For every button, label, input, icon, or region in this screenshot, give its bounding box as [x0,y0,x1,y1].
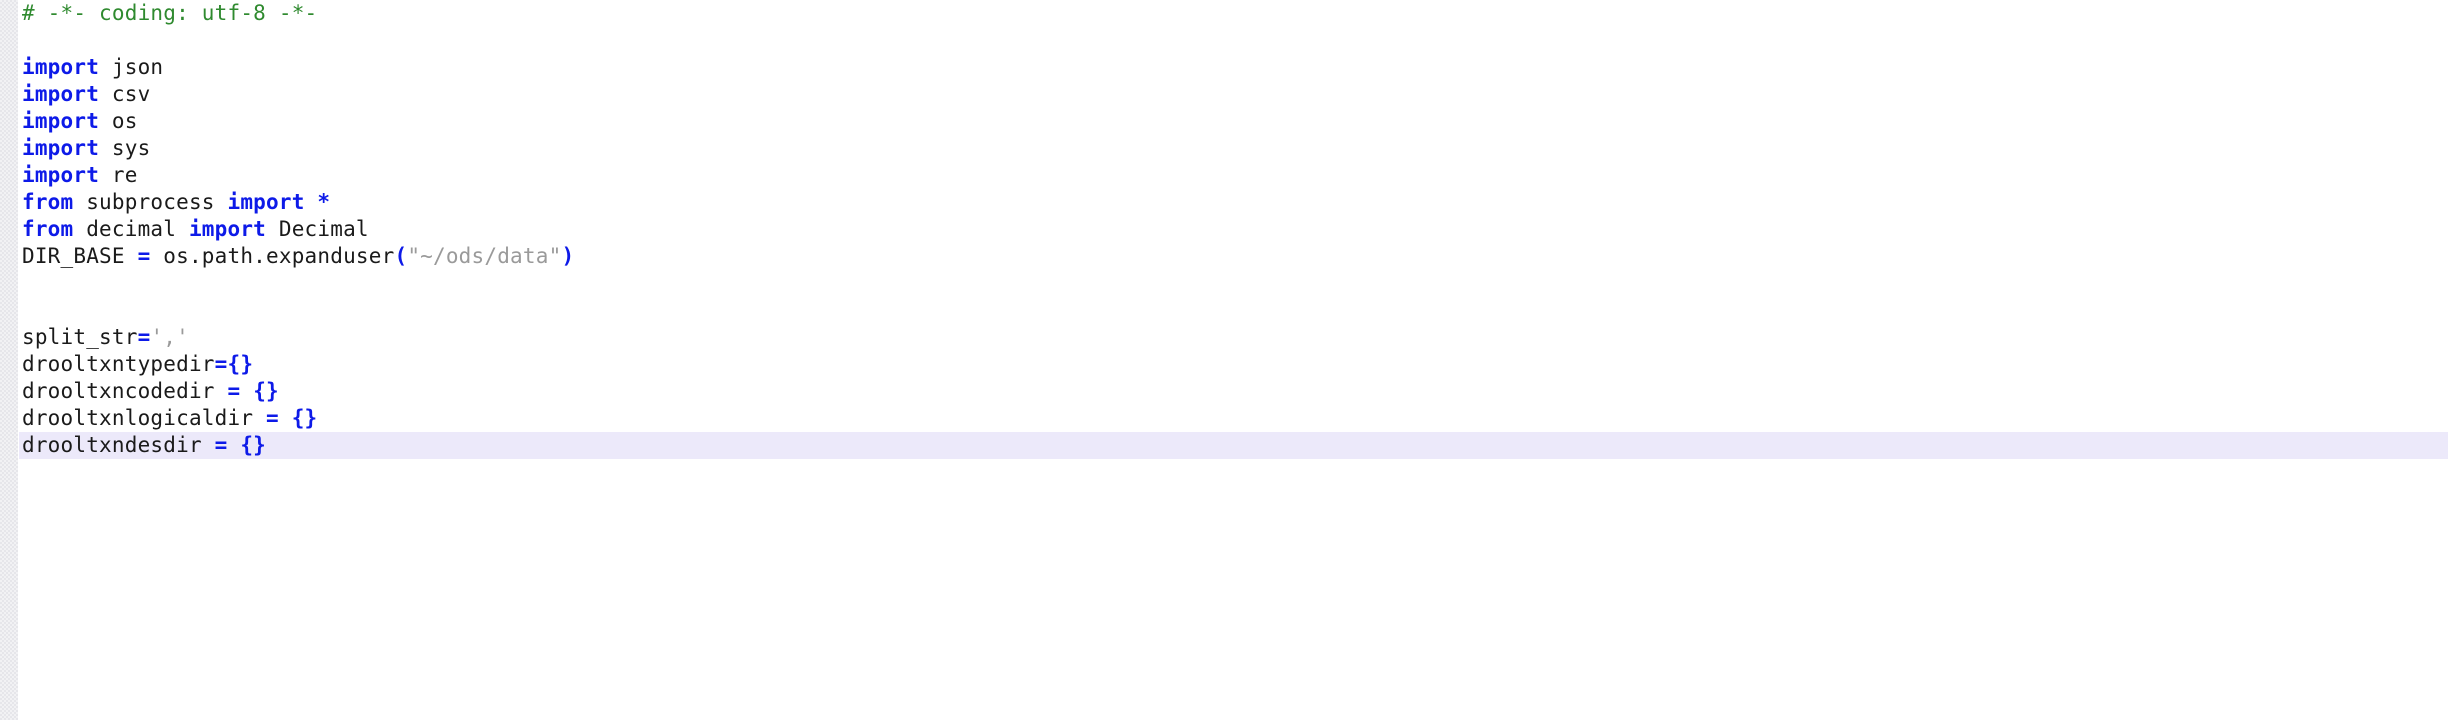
code-line[interactable]: import sys [0,135,2448,162]
gutter-divider [18,0,19,720]
code-token-plain: subprocess [73,190,228,214]
code-token-plain: Decimal [266,217,369,241]
code-token-operator: {} [240,433,267,457]
code-token-keyword: import [22,82,100,106]
code-token-plain: drooltxntypedir [22,352,215,376]
code-token-keyword: from [22,217,74,241]
code-line[interactable]: ​ [0,27,2448,54]
code-token-keyword: import [22,163,100,187]
code-token-keyword: import [188,217,267,241]
code-token-operator: {} [227,352,254,376]
editor-gutter[interactable] [0,0,18,720]
code-line[interactable]: from subprocess import * [0,189,2448,216]
code-token-operator: {} [253,379,279,403]
code-editor[interactable]: # -*- coding: utf-8 -*-​import jsonimpor… [0,0,2448,720]
code-text-area[interactable]: # -*- coding: utf-8 -*-​import jsonimpor… [0,0,2448,720]
code-token-keyword: import [227,190,305,214]
code-line[interactable]: ​ [0,297,2448,324]
code-token-keyword: import [22,109,100,133]
code-token-string: ',' [150,325,189,349]
code-token-plain: decimal [73,217,189,241]
code-line[interactable]: drooltxnlogicaldir = {} [0,405,2448,432]
code-token-keyword: import [22,55,100,79]
code-token-plain: drooltxncodedir [22,379,228,403]
code-token-plain: os.path.expanduser [150,244,395,268]
code-token-operator: * [317,190,331,214]
code-line[interactable]: drooltxncodedir = {} [0,378,2448,405]
code-token-plain: json [99,55,164,79]
code-token-operator: = [137,244,151,268]
code-token-operator: {} [291,406,318,430]
code-token-plain: split_str [22,325,138,349]
code-token-plain: drooltxnlogicaldir [22,406,267,430]
code-token-operator: = [266,406,279,430]
code-token-plain: sys [99,136,151,160]
code-line[interactable]: import csv [0,81,2448,108]
code-line[interactable]: # -*- coding: utf-8 -*- [0,0,2448,27]
code-line[interactable]: import json [0,54,2448,81]
code-token-operator: = [214,352,228,376]
code-token-comment: # -*- coding: utf-8 -*- [22,1,318,25]
code-token-string: "~/ods/data" [407,244,562,268]
code-token-plain: csv [99,82,151,106]
code-token-operator: = [214,433,228,457]
code-token-operator: ) [561,244,575,268]
code-line[interactable]: import re [0,162,2448,189]
code-line[interactable]: from decimal import Decimal [0,216,2448,243]
code-token-plain: re [99,163,138,187]
code-line[interactable]: DIR_BASE = os.path.expanduser("~/ods/dat… [0,243,2448,270]
code-token-operator: = [137,325,151,349]
code-line[interactable]: ​ [0,270,2448,297]
code-line[interactable]: split_str=',' [0,324,2448,351]
code-token-operator: ( [394,244,408,268]
code-token-keyword: import [22,136,100,160]
code-line[interactable]: import os [0,108,2448,135]
code-line[interactable]: drooltxntypedir={} [0,351,2448,378]
code-token-plain: os [99,109,138,133]
code-token-plain: drooltxndesdir [22,433,215,457]
code-token-operator: = [227,379,241,403]
code-token-plain: DIR_BASE [22,244,138,268]
code-line-current[interactable]: drooltxndesdir = {} [0,432,2448,459]
code-token-keyword: from [22,190,74,214]
